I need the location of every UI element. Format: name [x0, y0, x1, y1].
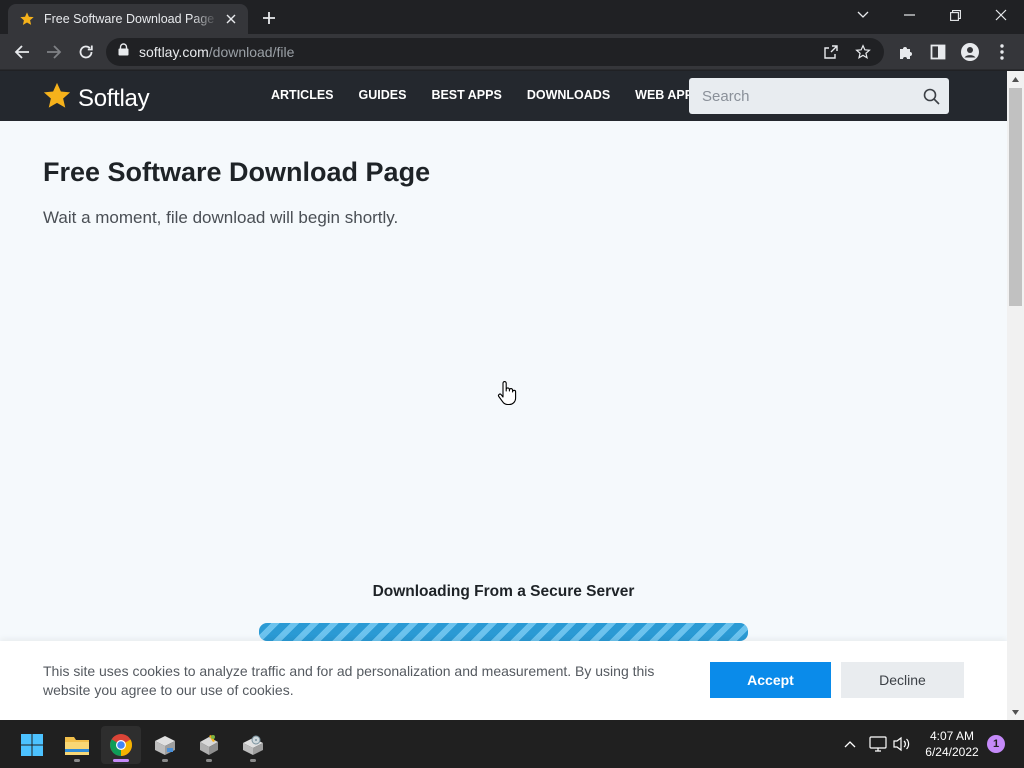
forward-arrow-icon[interactable] [41, 39, 67, 65]
site-logo[interactable]: Softlay [42, 81, 150, 116]
setup-wizard-icon[interactable] [189, 726, 229, 764]
cookie-text: This site uses cookies to analyze traffi… [43, 663, 655, 698]
running-indicator [162, 759, 168, 762]
accept-button[interactable]: Accept [710, 662, 831, 698]
nav-item-guides[interactable]: GUIDES [359, 88, 407, 102]
new-tab-icon[interactable] [258, 7, 280, 29]
search-input[interactable] [689, 78, 913, 114]
tab-close-icon[interactable] [222, 10, 240, 28]
page-viewport: Softlay ARTICLES GUIDES BEST APPS DOWNLO… [0, 71, 1024, 720]
chrome-taskbar-icon[interactable] [101, 726, 141, 764]
download-heading: Downloading From a Secure Server [372, 583, 635, 600]
share-icon[interactable] [822, 43, 840, 61]
extensions-puzzle-icon[interactable] [895, 41, 917, 63]
tab-title: Free Software Download Page - Softlay [44, 12, 218, 26]
minimize-icon[interactable] [886, 0, 932, 30]
network-icon[interactable] [868, 734, 888, 754]
reload-icon[interactable] [73, 39, 99, 65]
volume-icon[interactable] [892, 734, 912, 754]
star-icon [18, 10, 36, 28]
cookie-banner: This site uses cookies to analyze traffi… [0, 641, 1007, 720]
file-explorer-icon[interactable] [57, 726, 97, 764]
url-text: softlay.com/download/file [139, 44, 295, 60]
hand-cursor-icon [497, 380, 517, 411]
back-arrow-icon[interactable] [9, 39, 35, 65]
decline-button[interactable]: Decline [841, 662, 964, 698]
scroll-down-arrow-icon[interactable] [1007, 704, 1024, 720]
download-progress-bar [259, 623, 748, 641]
kebab-menu-icon[interactable] [991, 41, 1013, 63]
site-header: Softlay ARTICLES GUIDES BEST APPS DOWNLO… [0, 71, 1007, 121]
clock-date: 6/24/2022 [925, 745, 979, 759]
taskbar-clock[interactable]: 4:07 AM 6/24/2022 [914, 728, 990, 760]
browser-toolbar: softlay.com/download/file [0, 34, 1024, 70]
nav-item-downloads[interactable]: DOWNLOADS [527, 88, 610, 102]
lock-icon[interactable] [118, 43, 129, 61]
progress-fill [259, 623, 748, 641]
running-indicator [206, 759, 212, 762]
os-taskbar: 4:07 AM 6/24/2022 1 [0, 720, 1024, 768]
page-subtitle: Wait a moment, file download will begin … [43, 208, 399, 227]
installer-box-icon[interactable] [145, 726, 185, 764]
browser-tab-active[interactable]: Free Software Download Page - Softlay [8, 4, 248, 34]
bookmark-star-icon[interactable] [854, 43, 872, 61]
running-indicator [74, 759, 80, 762]
scroll-up-arrow-icon[interactable] [1007, 71, 1024, 87]
logo-text: Softlay [78, 84, 150, 112]
site-search [689, 78, 949, 114]
restore-icon[interactable] [932, 0, 978, 30]
tab-search-chevron-icon[interactable] [840, 0, 886, 30]
page-title: Free Software Download Page [43, 157, 431, 187]
main-nav: ARTICLES GUIDES BEST APPS DOWNLOADS WEB … [271, 88, 726, 102]
page-scrollbar[interactable] [1007, 71, 1024, 720]
search-icon[interactable] [913, 78, 949, 114]
nav-item-best-apps[interactable]: BEST APPS [431, 88, 501, 102]
nav-item-articles[interactable]: ARTICLES [271, 88, 334, 102]
logo-star-icon [42, 81, 72, 116]
tray-chevron-up-icon[interactable] [840, 734, 860, 754]
clock-time: 4:07 AM [929, 729, 975, 743]
installer-disk-icon[interactable] [233, 726, 273, 764]
scrollbar-thumb[interactable] [1009, 88, 1022, 306]
address-bar[interactable]: softlay.com/download/file [106, 38, 884, 66]
browser-titlebar: Free Software Download Page - Softlay [0, 0, 1024, 34]
windows-start-icon[interactable] [12, 726, 52, 764]
side-panel-icon[interactable] [927, 41, 949, 63]
notification-badge[interactable]: 1 [987, 735, 1005, 753]
close-window-icon[interactable] [978, 0, 1024, 30]
profile-avatar-icon[interactable] [959, 41, 981, 63]
running-indicator [250, 759, 256, 762]
running-indicator [113, 759, 129, 762]
